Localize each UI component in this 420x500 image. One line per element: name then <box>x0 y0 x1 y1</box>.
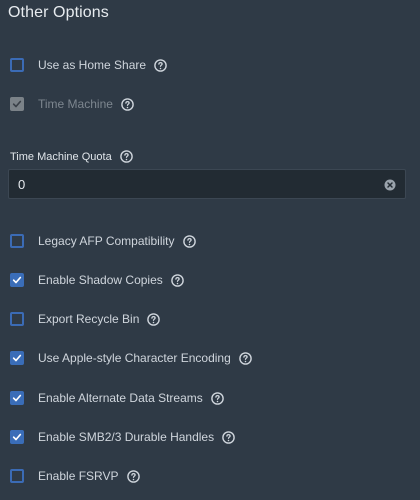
fsrvp-checkbox[interactable] <box>10 469 24 483</box>
option-use-as-home-share[interactable]: Use as Home Share <box>10 55 167 75</box>
other-options-panel: Other Options Use as Home Share Time Mac… <box>0 0 420 500</box>
clear-icon[interactable] <box>384 178 396 191</box>
help-icon[interactable] <box>121 97 134 111</box>
option-enable-fsrvp[interactable]: Enable FSRVP <box>10 466 140 486</box>
legacy-afp-checkbox[interactable] <box>10 234 24 248</box>
help-icon[interactable] <box>147 312 161 326</box>
checkmark-icon <box>12 394 22 402</box>
shadow-copies-label: Enable Shadow Copies <box>38 273 163 287</box>
section-title: Other Options <box>8 4 109 21</box>
durable-handles-checkbox[interactable] <box>10 430 24 444</box>
help-icon[interactable] <box>170 273 184 287</box>
apple-encoding-label: Use Apple-style Character Encoding <box>38 351 231 365</box>
durable-handles-label: Enable SMB2/3 Durable Handles <box>38 430 215 444</box>
shadow-copies-checkbox[interactable] <box>10 273 24 287</box>
option-legacy-afp-compatibility[interactable]: Legacy AFP Compatibility <box>10 231 196 251</box>
time-machine-checkbox[interactable] <box>10 97 24 111</box>
recycle-bin-checkbox[interactable] <box>10 312 24 326</box>
help-icon[interactable] <box>238 351 252 365</box>
home-share-checkbox[interactable] <box>10 58 24 72</box>
time-machine-quota-input[interactable] <box>9 170 384 198</box>
time-machine-quota-field[interactable] <box>8 169 406 199</box>
help-icon[interactable] <box>119 150 133 163</box>
option-time-machine[interactable]: Time Machine <box>10 94 134 114</box>
checkmark-icon <box>12 100 22 108</box>
alternate-data-streams-label: Enable Alternate Data Streams <box>38 391 203 405</box>
legacy-afp-label: Legacy AFP Compatibility <box>38 234 175 248</box>
time-machine-label: Time Machine <box>38 97 113 111</box>
help-icon[interactable] <box>154 58 167 72</box>
fsrvp-label: Enable FSRVP <box>38 469 119 483</box>
option-apple-character-encoding[interactable]: Use Apple-style Character Encoding <box>10 348 252 368</box>
checkmark-icon <box>12 354 22 362</box>
quota-label-text: Time Machine Quota <box>10 150 112 163</box>
option-export-recycle-bin[interactable]: Export Recycle Bin <box>10 309 161 329</box>
apple-encoding-checkbox[interactable] <box>10 351 24 365</box>
help-icon[interactable] <box>126 469 140 483</box>
option-smb-durable-handles[interactable]: Enable SMB2/3 Durable Handles <box>10 427 235 447</box>
checkmark-icon <box>12 433 22 441</box>
option-enable-shadow-copies[interactable]: Enable Shadow Copies <box>10 270 184 290</box>
home-share-label: Use as Home Share <box>38 58 147 72</box>
help-icon[interactable] <box>182 234 196 248</box>
recycle-bin-label: Export Recycle Bin <box>38 312 140 326</box>
alternate-data-streams-checkbox[interactable] <box>10 391 24 405</box>
help-icon[interactable] <box>210 391 224 405</box>
option-alternate-data-streams[interactable]: Enable Alternate Data Streams <box>10 388 224 408</box>
help-icon[interactable] <box>222 430 235 444</box>
time-machine-quota-label: Time Machine Quota <box>10 150 133 163</box>
checkmark-icon <box>12 276 22 284</box>
